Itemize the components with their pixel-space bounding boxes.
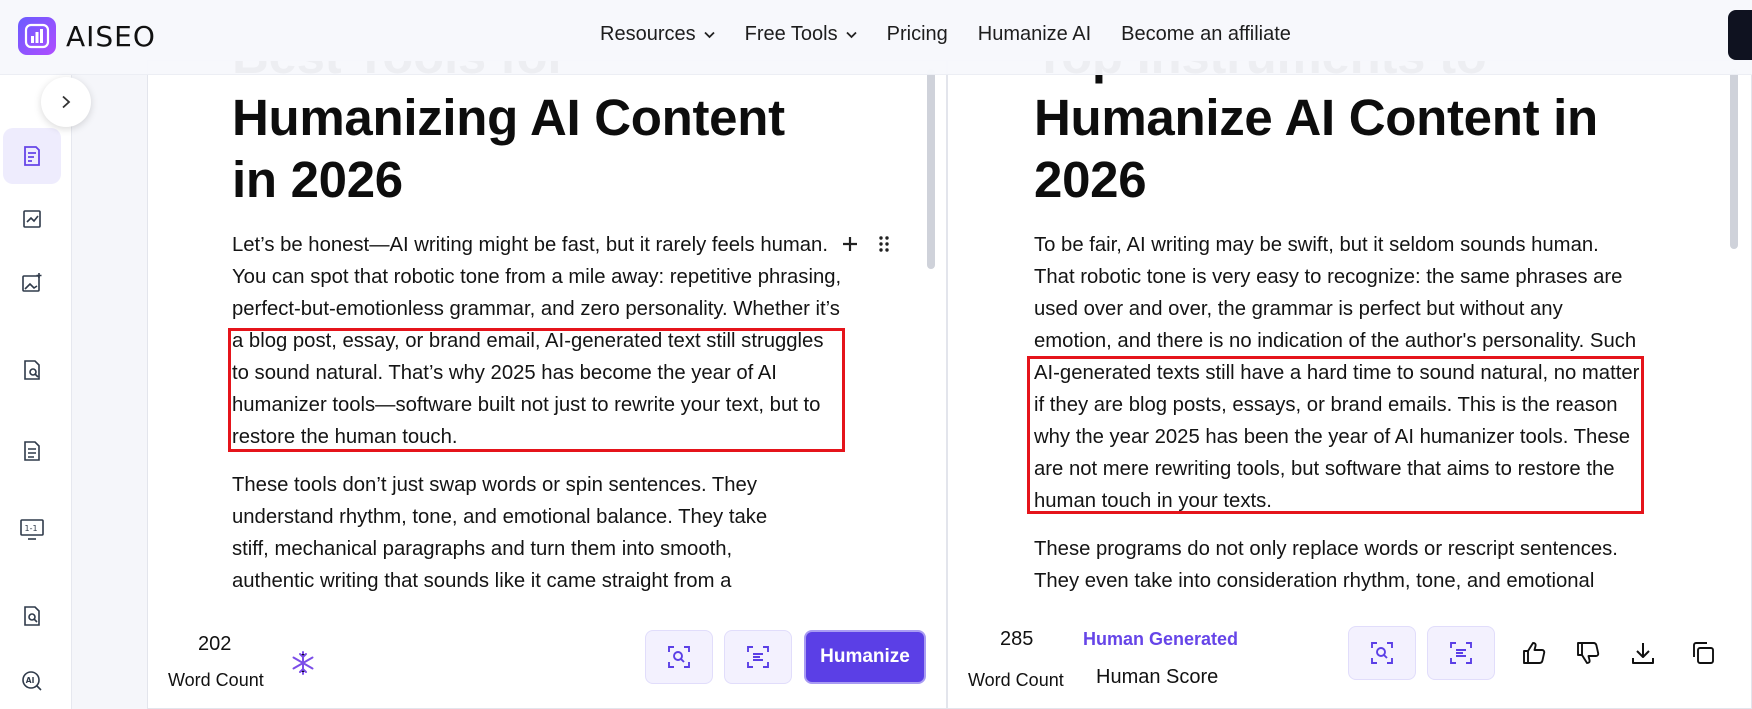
document-search-icon <box>24 360 40 380</box>
sidebar-item-compare[interactable]: 1-1 <box>3 501 61 557</box>
compare-icon: 1-1 <box>20 519 44 540</box>
scan-button[interactable] <box>645 630 713 684</box>
nav-label: Humanize AI <box>977 23 1092 45</box>
sidebar-item-editor[interactable] <box>3 128 61 184</box>
nav-label: Free Tools <box>744 23 838 45</box>
status-label: Human Generated <box>1083 629 1239 649</box>
svg-text:1-1: 1-1 <box>25 524 38 533</box>
top-navigation: AISEO Resources Free Tools Pricing Human… <box>0 0 1752 75</box>
chart-icon <box>23 210 41 228</box>
freeze-icon[interactable] <box>290 650 316 681</box>
left-sidebar: 1-1 AI <box>0 75 72 709</box>
nav-label: Become an affiliate <box>1121 23 1291 45</box>
sidebar-item-document[interactable] <box>3 423 61 479</box>
humanized-footer-bar: 285 Word Count Human Generated Human Sco… <box>948 600 1751 708</box>
scrollbar[interactable] <box>927 69 935 269</box>
scrollbar[interactable] <box>1730 69 1738 249</box>
document-edit-icon <box>24 146 40 166</box>
chevron-down-icon <box>845 28 857 42</box>
sidebar-item-image[interactable] <box>3 255 61 311</box>
sidebar-item-ai-search[interactable]: AI <box>3 653 61 709</box>
svg-text:AI: AI <box>26 676 35 685</box>
word-count-label: Word Count <box>968 670 1064 690</box>
word-count-value: 202 <box>198 633 232 655</box>
thumbs-down-button[interactable] <box>1568 633 1608 673</box>
paragraph-tools <box>841 229 891 260</box>
copy-icon <box>1693 642 1714 664</box>
image-spark-icon <box>22 273 42 292</box>
nav-item-humanize-ai[interactable]: Humanize AI <box>978 23 1091 46</box>
scan-text-icon <box>747 646 769 668</box>
brand-name: AISEO <box>66 19 156 53</box>
word-count-value: 285 <box>1000 628 1034 650</box>
sidebar-item-doc-search[interactable] <box>3 342 61 398</box>
thumbs-up-icon <box>1523 642 1546 664</box>
humanized-text-panel: Top Instruments to Humanize AI Content i… <box>947 60 1752 709</box>
nav-label: Pricing <box>886 23 948 45</box>
scan-text-icon <box>1450 642 1472 664</box>
nav-menu: Resources Free Tools Pricing Humanize AI… <box>600 23 1321 46</box>
document-title: Best Tools for Humanizing AI Content in … <box>232 61 785 208</box>
scan-search-icon <box>668 646 690 668</box>
download-button[interactable] <box>1623 633 1663 673</box>
brand-logo[interactable]: AISEO <box>18 17 156 55</box>
expand-sidebar-button[interactable] <box>41 77 91 127</box>
nav-item-free-tools[interactable]: Free Tools <box>745 23 857 46</box>
nav-item-become-affiliate[interactable]: Become an affiliate <box>1121 23 1291 46</box>
thumbs-up-button[interactable] <box>1514 633 1554 673</box>
nav-item-pricing[interactable]: Pricing <box>887 23 948 46</box>
original-text-panel: Best Tools for Humanizing AI Content in … <box>147 60 947 709</box>
original-footer-bar: 202 Word Count Humanize <box>148 600 946 708</box>
word-count-label: Word Count <box>168 670 264 690</box>
rewrite-scan-button[interactable] <box>1427 626 1495 680</box>
rewrite-scan-button[interactable] <box>724 630 792 684</box>
file-search-icon <box>24 606 40 626</box>
document-title: Top Instruments to Humanize AI Content i… <box>1034 61 1598 208</box>
sidebar-item-file-search[interactable] <box>3 588 61 644</box>
scan-search-icon <box>1371 642 1393 664</box>
scan-button[interactable] <box>1348 626 1416 680</box>
nav-item-resources[interactable]: Resources <box>600 23 715 46</box>
paragraph-1: Let’s be honest—AI writing might be fast… <box>232 234 842 448</box>
nav-label: Resources <box>600 23 696 45</box>
chevron-right-icon <box>62 95 71 109</box>
aiseo-logo-icon <box>18 17 56 55</box>
original-document[interactable]: Best Tools for Humanizing AI Content in … <box>232 61 841 629</box>
ai-search-icon: AI <box>22 671 42 691</box>
document-icon <box>24 441 40 461</box>
copy-button[interactable] <box>1683 633 1723 673</box>
nav-cta-button[interactable] <box>1728 10 1752 60</box>
humanize-button[interactable]: Humanize <box>804 630 926 684</box>
humanized-document[interactable]: Top Instruments to Humanize AI Content i… <box>1034 61 1654 629</box>
add-block-icon[interactable] <box>841 229 859 260</box>
drag-handle-icon[interactable] <box>877 229 891 260</box>
thumbs-down-icon <box>1577 642 1600 664</box>
sidebar-item-analytics[interactable] <box>3 191 61 247</box>
chevron-down-icon <box>703 28 715 42</box>
human-score-label: Human Score <box>1096 666 1219 688</box>
download-icon <box>1632 643 1654 664</box>
paragraph-1: To be fair, AI writing may be swift, but… <box>1034 234 1640 512</box>
